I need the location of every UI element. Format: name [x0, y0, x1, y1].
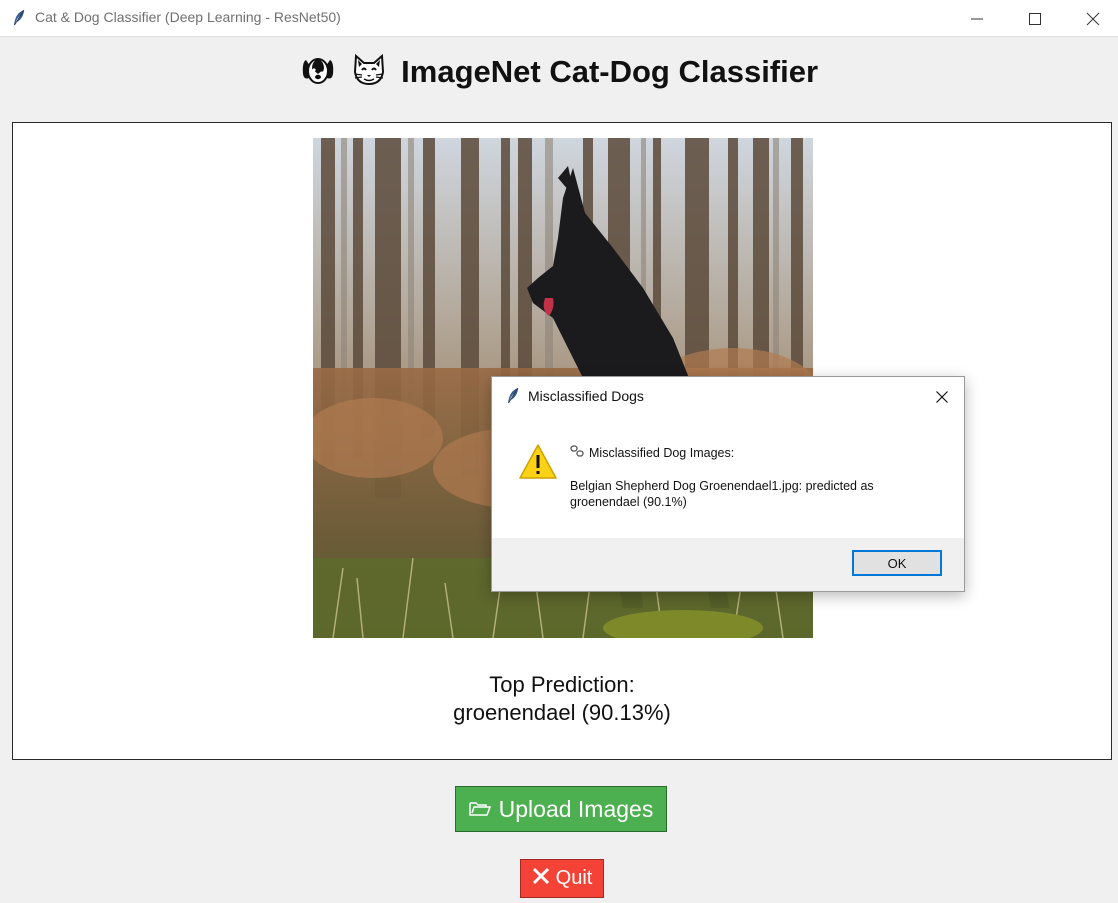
app-title: ImageNet Cat-Dog Classifier [401, 54, 819, 90]
dialog-footer: OK [492, 538, 964, 591]
dialog-title: Misclassified Dogs [528, 388, 644, 404]
close-window-button[interactable] [1064, 0, 1118, 36]
maximize-button[interactable] [1006, 0, 1064, 36]
dialog-close-button[interactable] [928, 383, 956, 411]
dog-face-icon [300, 52, 336, 96]
dialog-heading-text: Misclassified Dog Images: [589, 446, 735, 460]
upload-images-label: Upload Images [498, 795, 654, 822]
quit-label: Quit [555, 867, 593, 889]
feather-icon [12, 9, 26, 27]
misclassified-dialog: Misclassified Dogs Misclassified Dog Ima… [491, 376, 965, 592]
prediction-heading: Top Prediction: [489, 672, 635, 697]
app-header: ImageNet Cat-Dog Classifier [0, 52, 1118, 96]
minimize-button[interactable] [948, 0, 1006, 36]
folder-icon [468, 796, 491, 823]
quit-button[interactable]: Quit [520, 859, 604, 898]
window-title-bar: Cat & Dog Classifier (Deep Learning - Re… [0, 0, 1118, 37]
prediction-label: Top Prediction: groenendael (90.13%) [13, 671, 1111, 727]
prediction-result: groenendael (90.13%) [453, 700, 671, 725]
cat-face-icon [351, 52, 387, 96]
link-icon [570, 445, 585, 461]
close-x-icon [532, 867, 550, 891]
upload-images-button[interactable]: Upload Images [455, 786, 667, 832]
warning-icon [518, 443, 558, 485]
feather-icon [506, 387, 520, 409]
dialog-heading: Misclassified Dog Images: [570, 445, 734, 461]
ok-button[interactable]: OK [852, 550, 942, 576]
window-title: Cat & Dog Classifier (Deep Learning - Re… [35, 9, 341, 25]
dialog-message: Belgian Shepherd Dog Groenendael1.jpg: p… [570, 479, 874, 509]
